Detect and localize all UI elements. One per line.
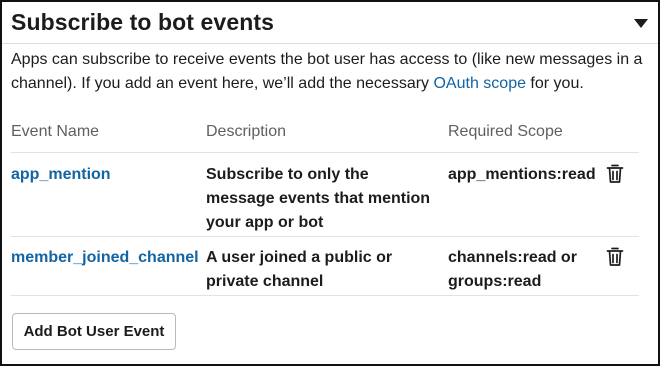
description-suffix: for you. bbox=[525, 75, 584, 92]
row-divider bbox=[11, 295, 639, 296]
column-header-event-name: Event Name bbox=[11, 123, 100, 140]
row-divider bbox=[11, 236, 639, 237]
event-scope: app_mentions:read bbox=[448, 166, 596, 183]
event-description: Subscribe to only the message events tha… bbox=[206, 166, 431, 231]
section-header: Subscribe to bot events bbox=[2, 2, 658, 44]
trash-icon[interactable] bbox=[606, 247, 624, 267]
event-name-link[interactable]: member_joined_channel bbox=[11, 246, 199, 270]
column-header-required-scope: Required Scope bbox=[448, 123, 563, 140]
section-title: Subscribe to bot events bbox=[11, 9, 275, 35]
caret-down-icon[interactable] bbox=[634, 19, 648, 28]
event-name-link[interactable]: app_mention bbox=[11, 163, 111, 187]
bot-events-panel: Subscribe to bot events Apps can subscri… bbox=[0, 0, 660, 366]
section-description: Apps can subscribe to receive events the… bbox=[11, 48, 651, 96]
event-description: A user joined a public or private channe… bbox=[206, 249, 393, 290]
row-divider bbox=[11, 152, 639, 153]
oauth-scope-link[interactable]: OAuth scope bbox=[433, 75, 526, 92]
add-bot-user-event-button[interactable]: Add Bot User Event bbox=[12, 313, 176, 350]
trash-icon[interactable] bbox=[606, 164, 624, 184]
column-header-description: Description bbox=[206, 123, 287, 140]
event-scope: channels:read or groups:read bbox=[448, 249, 577, 290]
